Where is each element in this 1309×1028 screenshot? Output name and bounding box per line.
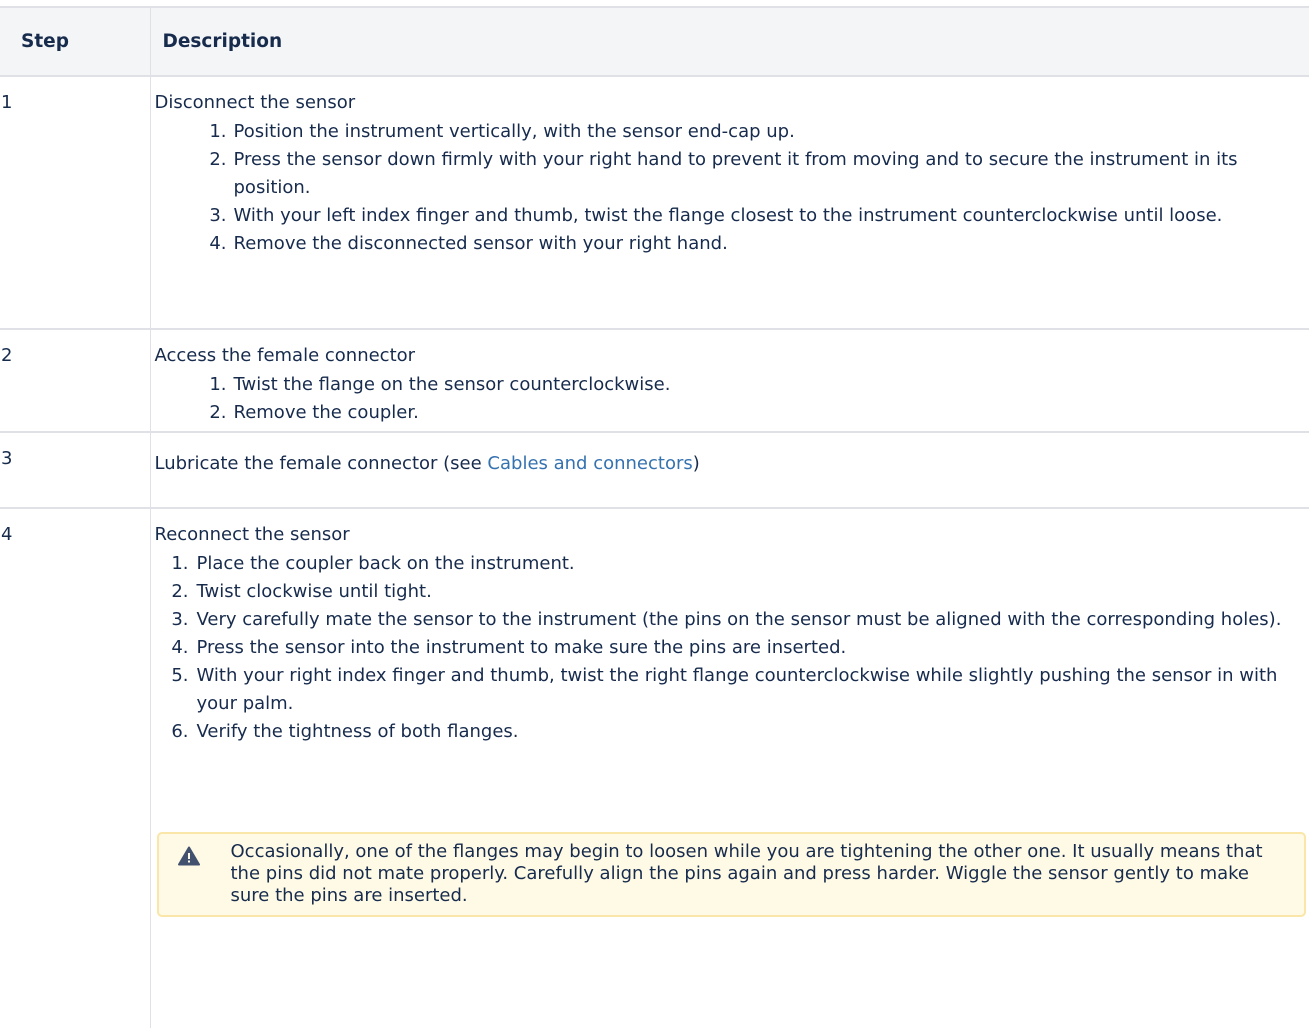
warning-triangle-icon <box>177 846 200 866</box>
step-number: 3 <box>0 432 151 509</box>
table-row: 3 Lubricate the female connector (see Ca… <box>0 432 1309 509</box>
list-item: 2. Twist clockwise until tight. <box>171 581 432 602</box>
step-title: Reconnect the sensor <box>154 524 350 545</box>
procedure-table: Step Description 1 Disconnect the sensor… <box>0 6 1309 1028</box>
table-row: 4 Reconnect the sensor 1. Place the coupl… <box>0 508 1309 1028</box>
list-item: 3. Very carefully mate the sensor to the … <box>171 609 1282 630</box>
list-item: 3. With your left index finger and thumb,… <box>209 205 1223 226</box>
list-item: 4. Press the sensor into the instrument t… <box>171 637 847 658</box>
step-number: 1 <box>0 76 151 330</box>
step-description: Access the female connector 1. Twist the … <box>150 329 1309 433</box>
table-row: 2 Access the female connector 1. Twist th… <box>0 329 1309 433</box>
substep-list: 1. Position the instrument vertically, wi… <box>189 118 1309 258</box>
substep-list: 1. Twist the flange on the sensor counter… <box>189 371 1309 427</box>
header-description: Description <box>150 6 1309 77</box>
cables-and-connectors-link[interactable]: Cables and connectors <box>487 453 692 474</box>
list-item: 4. Remove the disconnected sensor with yo… <box>209 233 728 254</box>
list-item: 1. Place the coupler back on the instrume… <box>171 553 575 574</box>
warning-panel: Occasionally, one of the flanges may beg… <box>156 832 1306 917</box>
table-header-row: Step Description <box>0 6 1309 77</box>
header-step: Step <box>0 6 151 77</box>
step-title: Disconnect the sensor <box>154 92 356 113</box>
list-item: 1. Position the instrument vertically, wi… <box>209 121 795 142</box>
step-number: 2 <box>0 329 151 433</box>
step-description: Reconnect the sensor 1. Place the coupler… <box>150 508 1309 1028</box>
step-title: Access the female connector <box>154 345 416 366</box>
step-number: 4 <box>0 508 151 1028</box>
list-item: 2. Press the sensor down firmly with your… <box>209 149 1238 198</box>
list-item: 2. Remove the coupler. <box>209 402 419 423</box>
list-item: 1. Twist the flange on the sensor counter… <box>209 374 671 395</box>
table-row: 1 Disconnect the sensor 1. Position the i… <box>0 76 1309 330</box>
step-description: Lubricate the female connector (see Cabl… <box>150 432 1309 509</box>
warning-text: Occasionally, one of the flanges may beg… <box>230 841 1263 906</box>
list-item: 5. With your right index finger and thumb… <box>171 665 1278 714</box>
list-item: 6. Verify the tightness of both flanges. <box>171 721 519 742</box>
substep-list: 1. Place the coupler back on the instrume… <box>155 550 1309 746</box>
step-description: Disconnect the sensor 1. Position the ins… <box>150 76 1309 330</box>
